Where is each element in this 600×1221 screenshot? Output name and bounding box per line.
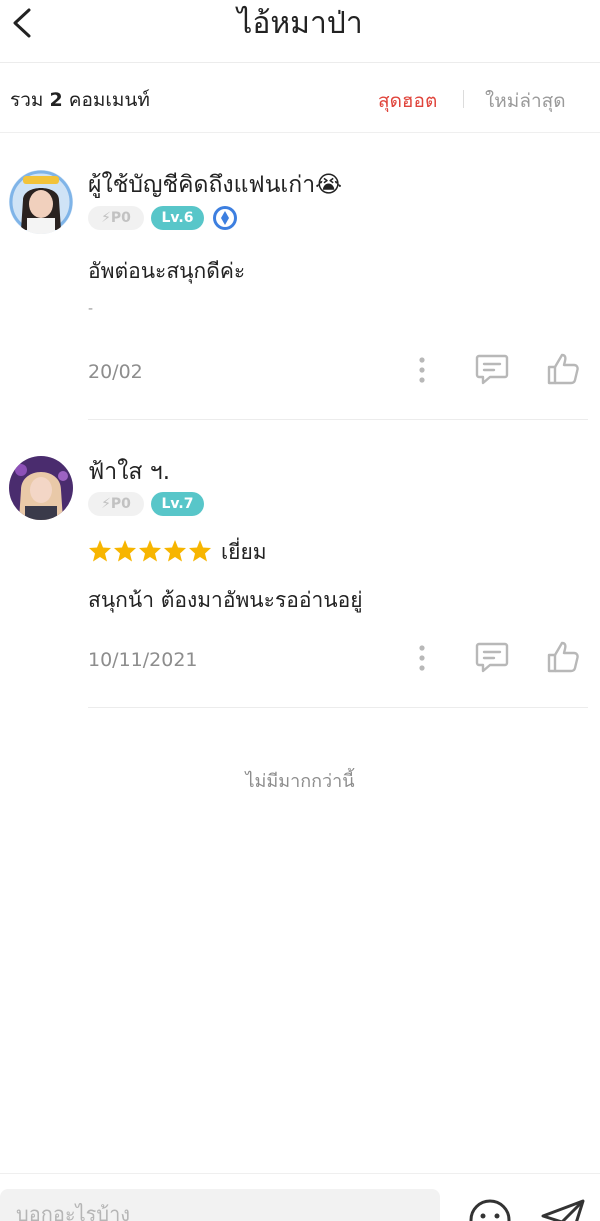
- more-options-icon[interactable]: [412, 643, 432, 673]
- comment-text: อัพต่อนะสนุกดีค่ะ: [88, 259, 246, 283]
- comment-item: ผู้ใช้บัญชีคิดถึงแฟนเก่า😭 ⚡P0 Lv.6 อัพต่…: [0, 133, 600, 423]
- comment-text: สนุกน้า ต้องมาอัพนะรออ่านอยู่: [88, 588, 363, 612]
- reply-icon[interactable]: [474, 640, 510, 674]
- star-icon: [114, 540, 136, 562]
- total-suffix: คอมเมนท์: [68, 89, 150, 111]
- emoji-icon[interactable]: [468, 1198, 512, 1221]
- star-icon: [139, 540, 161, 562]
- star-icon: [164, 540, 186, 562]
- rating-stars: [89, 540, 211, 562]
- rating-label: เยี่ยม: [221, 540, 267, 564]
- page-title: ไอ้หมาป่า: [237, 6, 363, 41]
- total-count: 2: [49, 89, 63, 111]
- sort-hot-tab[interactable]: สุดฮอต: [378, 86, 437, 116]
- comment-divider: [88, 707, 588, 708]
- points-value: P0: [110, 496, 131, 512]
- comment-date: 10/11/2021: [88, 649, 198, 671]
- reply-icon[interactable]: [474, 352, 510, 386]
- sort-newest-tab[interactable]: ใหม่ล่าสุด: [485, 86, 566, 116]
- comment-sort-bar: รวม 2 คอมเมนท์ สุดฮอต ใหม่ล่าสุด: [0, 63, 600, 133]
- star-icon: [89, 540, 111, 562]
- comment-total: รวม 2 คอมเมนท์: [10, 85, 150, 115]
- send-icon[interactable]: [540, 1198, 586, 1221]
- like-thumb-icon[interactable]: [545, 351, 581, 387]
- like-thumb-icon[interactable]: [545, 639, 581, 675]
- star-icon: [189, 540, 211, 562]
- sort-divider: [463, 90, 464, 108]
- comment-composer: [0, 1173, 600, 1221]
- bolt-icon: ⚡: [101, 496, 111, 512]
- comment-date: 20/02: [88, 361, 143, 383]
- top-bar: ไอ้หมาป่า: [0, 0, 600, 63]
- points-badge: ⚡P0: [88, 492, 144, 516]
- points-badge: ⚡P0: [88, 206, 144, 230]
- comment-input[interactable]: [0, 1189, 440, 1221]
- user-avatar[interactable]: [9, 456, 73, 520]
- verified-shield-icon: [213, 206, 237, 230]
- username[interactable]: ผู้ใช้บัญชีคิดถึงแฟนเก่า😭: [88, 167, 342, 203]
- comment-item: ฟ้าใส ฯ. ⚡P0 Lv.7 เยี่ยม สนุกน้า ต้องมาอ…: [0, 423, 600, 713]
- comment-divider: [88, 419, 588, 420]
- user-avatar[interactable]: [9, 170, 73, 234]
- username[interactable]: ฟ้าใส ฯ.: [88, 454, 170, 490]
- more-options-icon[interactable]: [412, 355, 432, 385]
- total-prefix: รวม: [10, 89, 44, 111]
- comment-extra-text: -: [88, 301, 94, 317]
- bolt-icon: ⚡: [101, 210, 111, 226]
- points-value: P0: [110, 210, 131, 226]
- no-more-comments-note: ไม่มีมากกว่านี้: [245, 771, 355, 792]
- level-badge: Lv.6: [151, 206, 204, 230]
- level-badge: Lv.7: [151, 492, 204, 516]
